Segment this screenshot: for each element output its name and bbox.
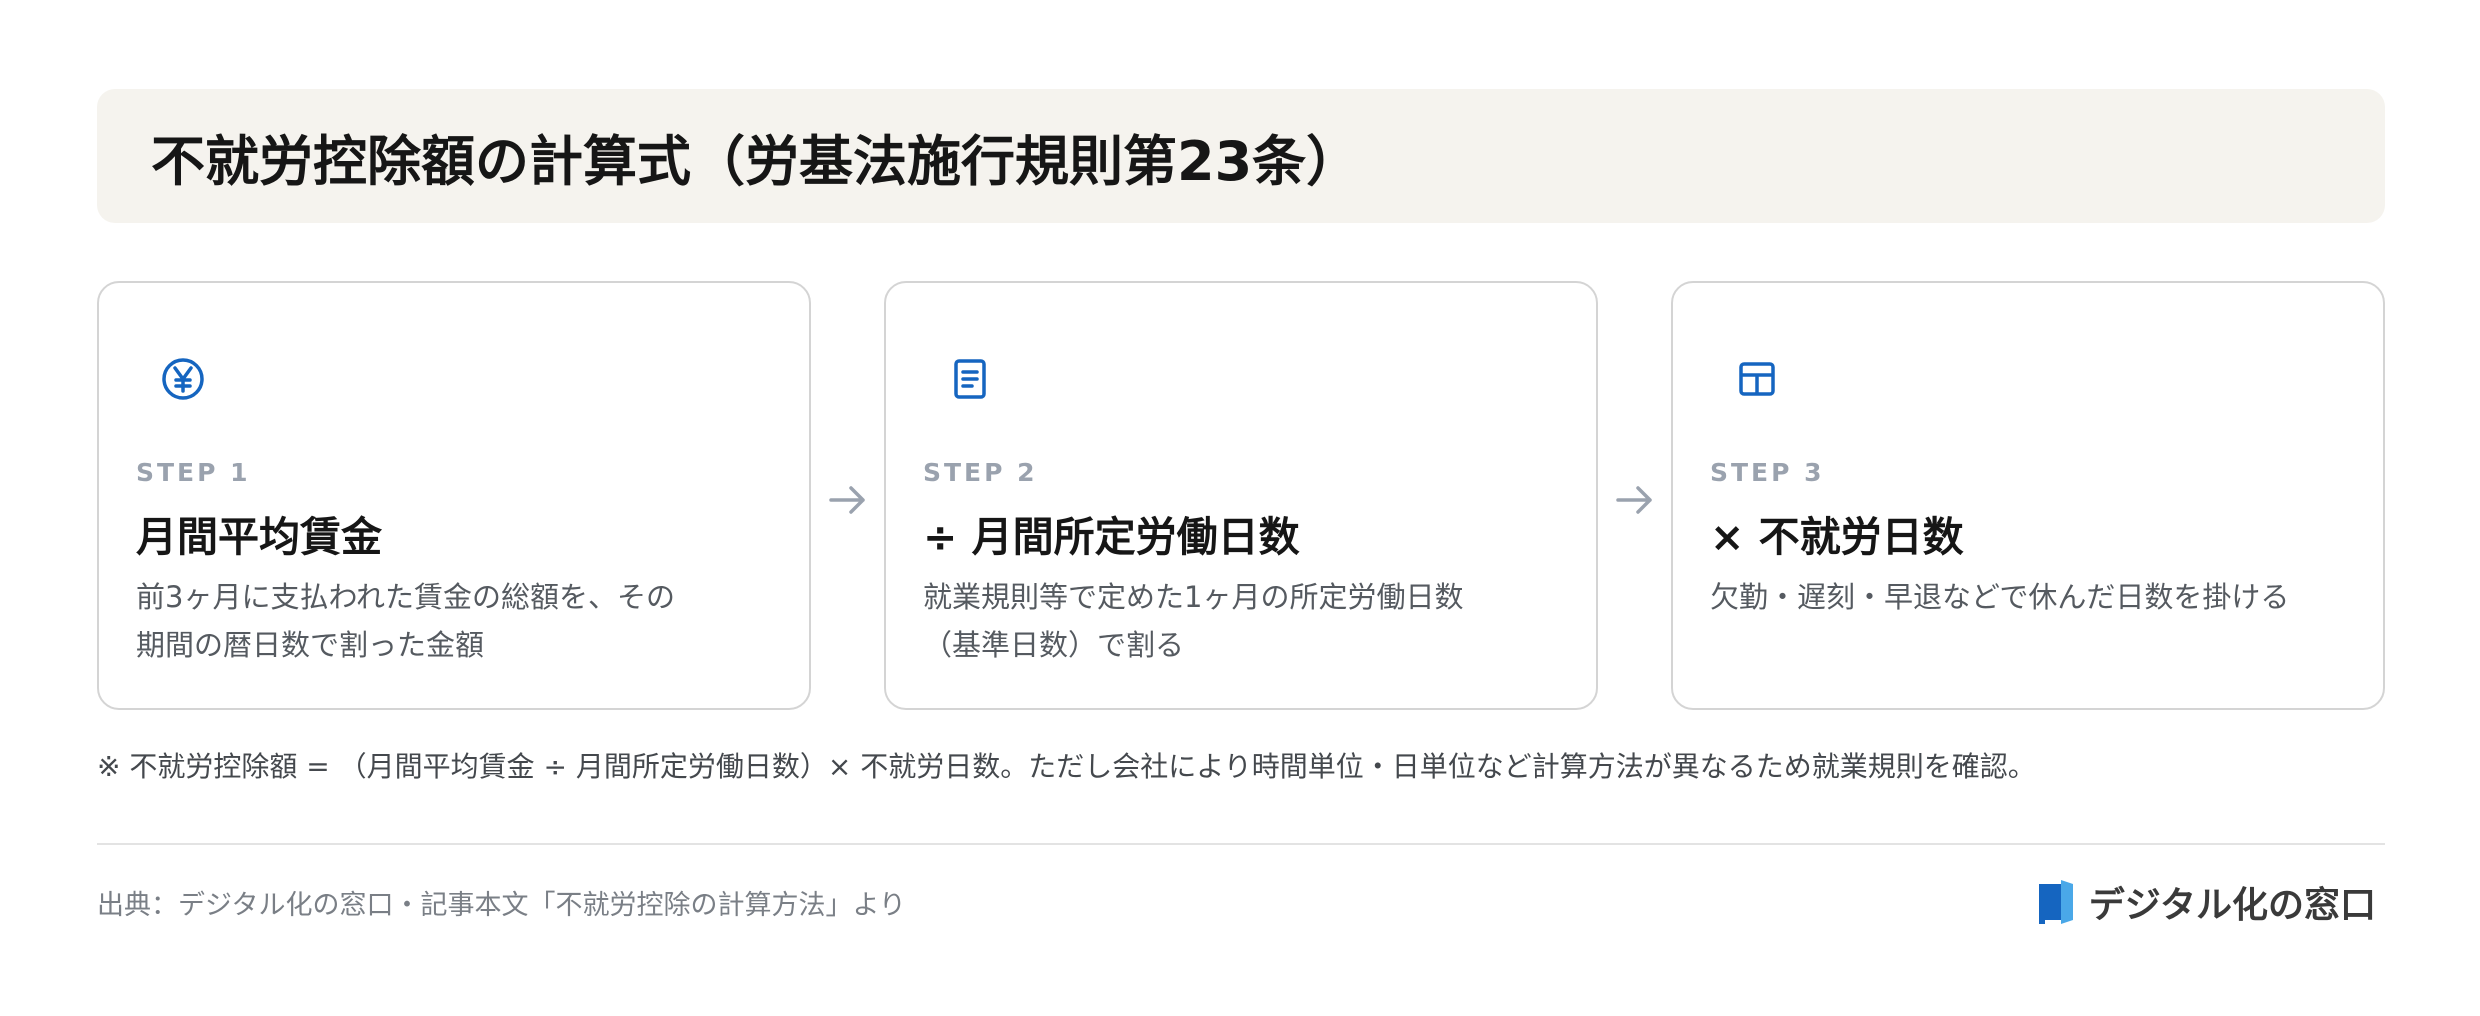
step-cards: STEP 1 月間平均賃金 前3ヶ月に支払われた賃金の総額を、その 期間の暦日数… bbox=[97, 281, 2385, 710]
title-banner: 不就労控除額の計算式（労基法施行規則第23条） bbox=[97, 89, 2385, 223]
step-description: 欠勤・遅刻・早退などで休んだ日数を掛ける bbox=[1710, 573, 2330, 621]
page-title: 不就労控除額の計算式（労基法施行規則第23条） bbox=[151, 129, 1361, 193]
step-label: STEP 2 bbox=[923, 458, 1038, 487]
step-label: STEP 3 bbox=[1710, 458, 1825, 487]
step-card-3: STEP 3 × 不就労日数 欠勤・遅刻・早退などで休んだ日数を掛ける bbox=[1671, 281, 2385, 710]
step-label: STEP 1 bbox=[136, 458, 251, 487]
step-heading: × 不就労日数 bbox=[1710, 513, 1964, 561]
step-description-line: 期間の暦日数で割った金額 bbox=[136, 628, 485, 662]
arrow-right-icon bbox=[823, 476, 871, 524]
step-heading: 月間平均賃金 bbox=[136, 513, 382, 561]
document-icon bbox=[946, 355, 994, 403]
brand-logo-icon bbox=[2038, 880, 2073, 924]
step-description-line: （基準日数）で割る bbox=[923, 628, 1185, 662]
table-icon bbox=[1733, 355, 1781, 403]
step-description-line: 就業規則等で定めた1ヶ月の所定労働日数 bbox=[923, 580, 1464, 614]
yen-circle-icon bbox=[159, 355, 207, 403]
step-description-line: 欠勤・遅刻・早退などで休んだ日数を掛ける bbox=[1710, 580, 2290, 614]
source-citation: 出典：デジタル化の窓口・記事本文「不就労控除の計算方法」より bbox=[97, 890, 906, 921]
step-description: 前3ヶ月に支払われた賃金の総額を、その 期間の暦日数で割った金額 bbox=[136, 573, 756, 669]
step-description-line: 前3ヶ月に支払われた賃金の総額を、その bbox=[136, 580, 676, 614]
divider bbox=[97, 843, 2385, 845]
brand-logo: デジタル化の窓口 bbox=[2037, 876, 2376, 928]
step-heading: ÷ 月間所定労働日数 bbox=[923, 513, 1300, 561]
step-card-2: STEP 2 ÷ 月間所定労働日数 就業規則等で定めた1ヶ月の所定労働日数 （基… bbox=[884, 281, 1598, 710]
brand-name: デジタル化の窓口 bbox=[2088, 885, 2376, 926]
formula-note: ※ 不就労控除額 = （月間平均賃金 ÷ 月間所定労働日数）× 不就労日数。ただ… bbox=[97, 750, 2036, 783]
step-description: 就業規則等で定めた1ヶ月の所定労働日数 （基準日数）で割る bbox=[923, 573, 1543, 669]
arrow-right-icon bbox=[1610, 476, 1658, 524]
step-card-1: STEP 1 月間平均賃金 前3ヶ月に支払われた賃金の総額を、その 期間の暦日数… bbox=[97, 281, 811, 710]
